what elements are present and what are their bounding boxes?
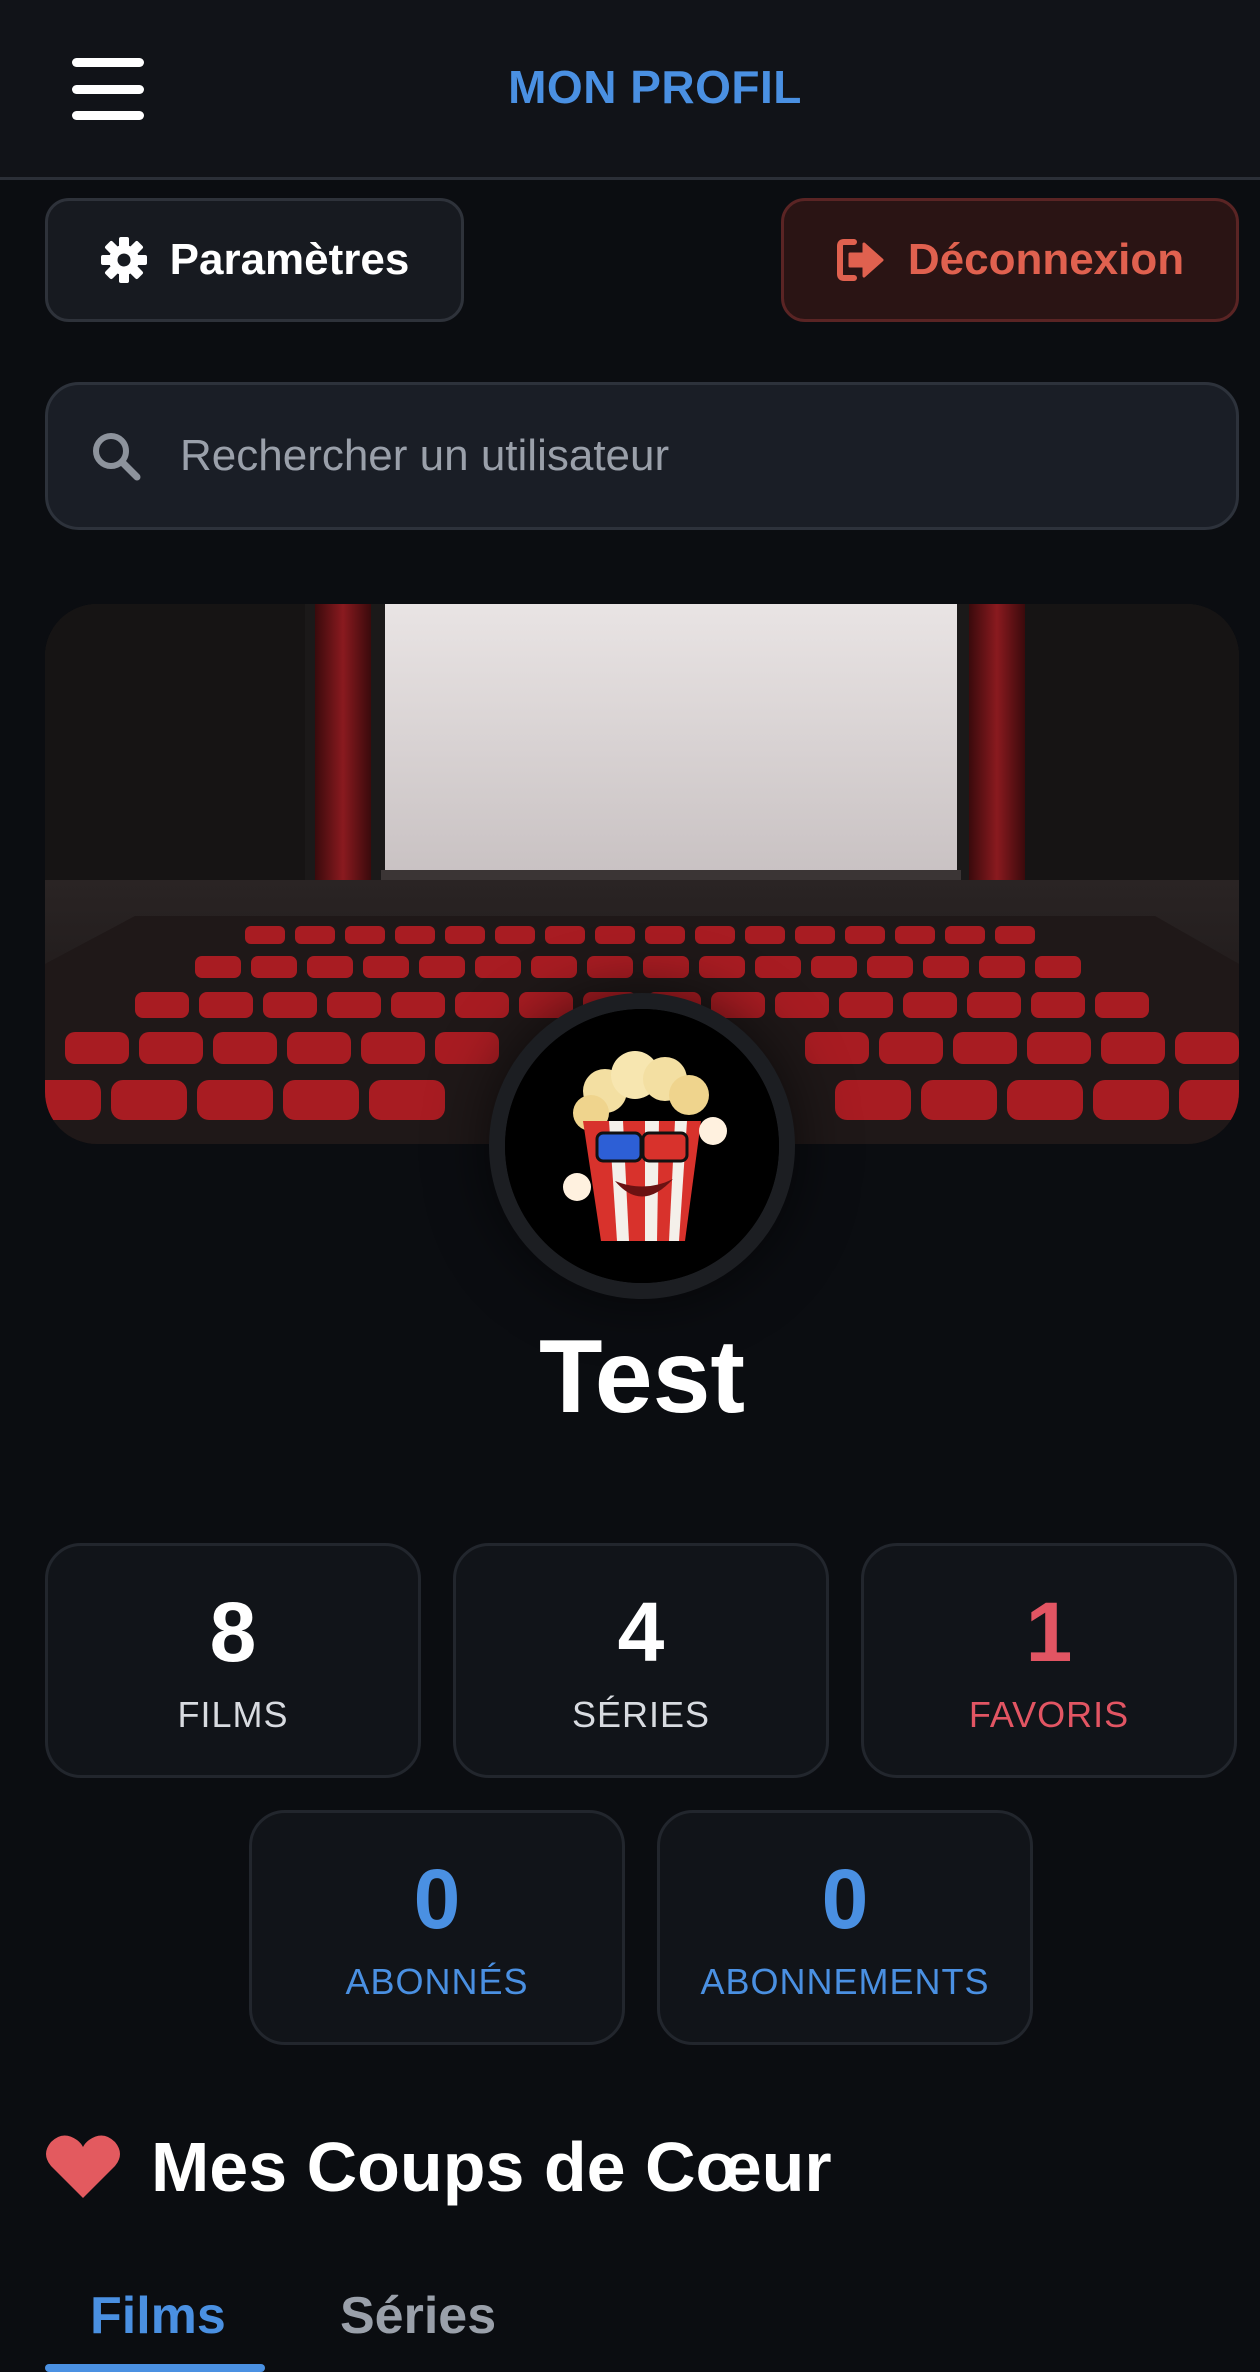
favorites-tabs: Films Séries <box>45 2282 1239 2372</box>
search-icon <box>90 430 142 482</box>
settings-button[interactable]: Paramètres <box>45 198 464 322</box>
logout-button[interactable]: Déconnexion <box>781 198 1239 322</box>
page-title: MON PROFIL <box>508 61 802 113</box>
stat-favorites[interactable]: 1 FAVORIS <box>861 1543 1237 1778</box>
stat-label: FILMS <box>177 1694 289 1735</box>
settings-button-label: Paramètres <box>169 235 410 284</box>
sign-out-icon <box>836 238 886 282</box>
stat-value: 8 <box>209 1585 257 1679</box>
stat-label: ABONNÉS <box>345 1961 529 2002</box>
logout-button-label: Déconnexion <box>907 235 1185 284</box>
stat-series[interactable]: 4 SÉRIES <box>453 1543 829 1778</box>
user-search-bar[interactable] <box>45 382 1239 530</box>
stat-label: SÉRIES <box>571 1694 711 1735</box>
favorites-title-text: Mes Coups de Cœur <box>151 2128 832 2206</box>
stat-value: 4 <box>617 1585 665 1679</box>
active-tab-indicator <box>45 2364 265 2372</box>
heart-icon <box>45 2134 121 2200</box>
stat-following[interactable]: 0 ABONNEMENTS <box>657 1810 1033 2045</box>
stat-label: ABONNEMENTS <box>700 1961 990 2002</box>
favorites-section-title: Mes Coups de Cœur <box>45 2124 832 2210</box>
stat-value: 0 <box>413 1852 461 1946</box>
tab-series[interactable]: Séries <box>340 2286 496 2346</box>
stat-label: FAVORIS <box>968 1694 1130 1735</box>
top-bar: MON PROFIL <box>0 0 1260 180</box>
stat-followers[interactable]: 0 ABONNÉS <box>249 1810 625 2045</box>
profile-avatar[interactable] <box>489 993 795 1299</box>
tab-films[interactable]: Films <box>90 2286 226 2346</box>
stat-value: 0 <box>821 1852 869 1946</box>
user-search-input[interactable] <box>180 431 1180 481</box>
gear-icon <box>100 236 148 284</box>
stat-films[interactable]: 8 FILMS <box>45 1543 421 1778</box>
profile-username: Test <box>538 1319 746 1435</box>
profile-page: MON PROFIL Paramètres Déconnexion Recher… <box>0 0 1260 2372</box>
stat-value: 1 <box>1025 1585 1073 1679</box>
